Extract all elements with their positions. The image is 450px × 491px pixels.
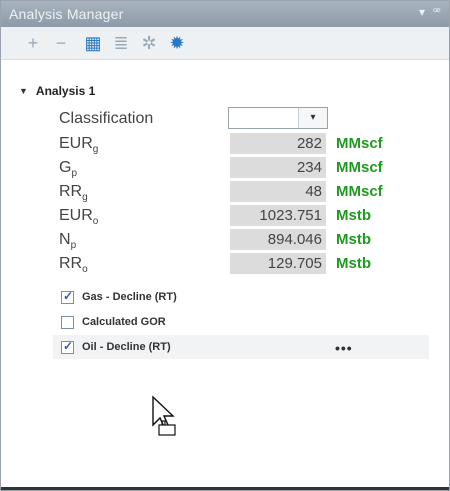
- toolbar: + − ▦ ≣ ✲ ✹: [1, 27, 449, 60]
- rr-g-label: RRg: [59, 183, 88, 204]
- rr-o-value: 129.705: [230, 253, 326, 275]
- grid-icon[interactable]: ▦: [83, 33, 103, 53]
- gas-decline-checkbox[interactable]: [61, 289, 74, 304]
- analysis-manager-panel: Analysis Manager ▾ ꟹ + − ▦ ≣ ✲ ✹ ▼ Analy…: [0, 0, 450, 491]
- gp-row: Gp 234 MMscf: [1, 156, 449, 180]
- classification-select[interactable]: ▾: [228, 107, 328, 129]
- oil-decline-label: Oil - Decline (RT): [82, 341, 171, 353]
- bottom-edge: [1, 478, 449, 490]
- eur-g-unit: MMscf: [336, 135, 383, 152]
- dropdown-icon[interactable]: ▾: [419, 5, 425, 19]
- eur-g-label: EURg: [59, 135, 99, 156]
- mouse-cursor-icon: [152, 395, 176, 436]
- doc-icon[interactable]: ≣: [111, 33, 131, 53]
- calculated-gor-label: Calculated GOR: [82, 316, 166, 328]
- tree-root-analysis-1[interactable]: ▼ Analysis 1: [19, 84, 95, 98]
- np-value: 894.046: [230, 229, 326, 251]
- title-bar: Analysis Manager ▾ ꟹ: [1, 1, 449, 27]
- more-options-icon[interactable]: •••: [335, 340, 353, 356]
- calculated-gor-checkbox[interactable]: [61, 315, 74, 329]
- classification-label: Classification: [59, 110, 154, 127]
- expand-arrow-icon[interactable]: ▼: [19, 86, 28, 96]
- oil-decline-item[interactable]: Oil - Decline (RT): [61, 336, 171, 358]
- rr-g-unit: MMscf: [336, 183, 383, 200]
- dropdown-arrow-icon[interactable]: ▾: [298, 108, 327, 128]
- gp-value: 234: [230, 157, 326, 179]
- analysis-label: Analysis 1: [35, 84, 96, 98]
- remove-icon[interactable]: −: [51, 33, 71, 53]
- gp-label: Gp: [59, 159, 78, 180]
- eur-o-label: EURo: [59, 207, 99, 228]
- rr-g-value: 48: [230, 181, 326, 203]
- gp-unit: MMscf: [336, 159, 383, 176]
- gas-decline-label: Gas - Decline (RT): [82, 291, 177, 303]
- calculated-gor-item[interactable]: Calculated GOR: [61, 311, 166, 333]
- pin-icon[interactable]: ꟹ: [433, 5, 441, 19]
- eur-o-unit: Mstb: [336, 207, 371, 224]
- eur-o-value: 1023.751: [230, 205, 326, 227]
- eur-g-value: 282: [230, 133, 326, 155]
- np-label: Np: [59, 231, 77, 252]
- eur-o-row: EURo 1023.751 Mstb: [1, 204, 449, 228]
- gas-decline-item[interactable]: Gas - Decline (RT): [61, 286, 177, 308]
- rr-o-label: RRo: [59, 255, 88, 276]
- rr-o-unit: Mstb: [336, 255, 371, 272]
- rr-g-row: RRg 48 MMscf: [1, 180, 449, 204]
- rr-o-row: RRo 129.705 Mstb: [1, 252, 449, 276]
- eur-g-row: EURg 282 MMscf: [1, 132, 449, 156]
- add-icon[interactable]: +: [23, 33, 43, 53]
- np-unit: Mstb: [336, 231, 371, 248]
- star-icon[interactable]: ✹: [167, 33, 187, 53]
- np-row: Np 894.046 Mstb: [1, 228, 449, 252]
- panel-title: Analysis Manager: [9, 6, 124, 22]
- classification-row: Classification ▾: [1, 107, 449, 131]
- oil-decline-checkbox[interactable]: [61, 339, 74, 354]
- sun-icon[interactable]: ✲: [139, 33, 159, 53]
